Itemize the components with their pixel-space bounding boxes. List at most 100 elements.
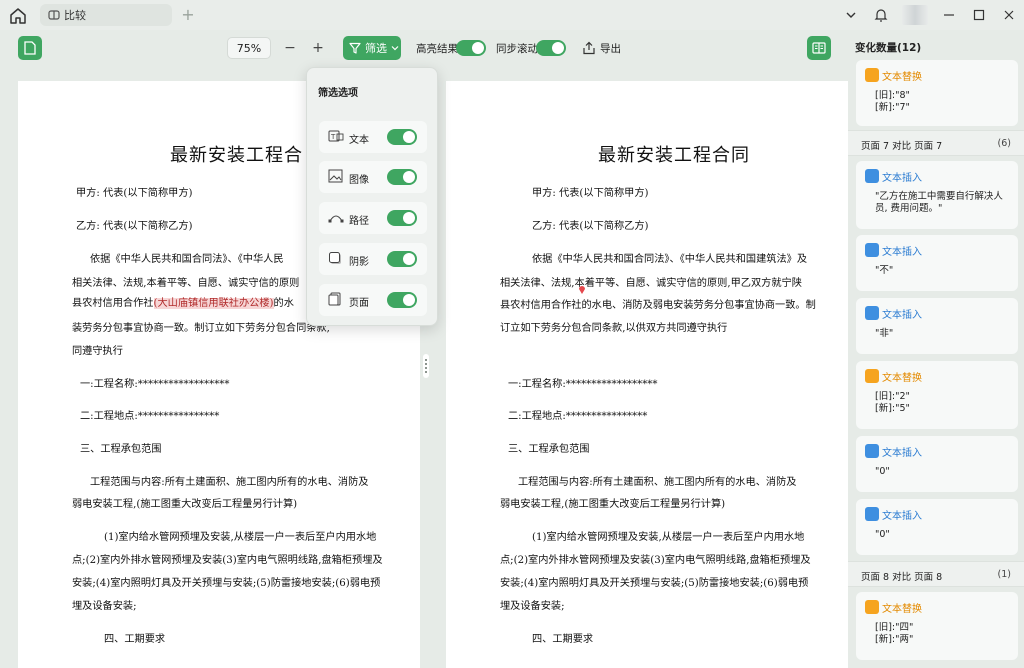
filter-page-toggle[interactable]: [387, 292, 417, 308]
filter-option-label: 路径: [349, 216, 369, 227]
export-button[interactable]: 导出: [582, 37, 621, 59]
filter-shadow-toggle[interactable]: [387, 251, 417, 267]
replace-icon: [865, 600, 879, 614]
filter-option-label: 页面: [349, 298, 369, 309]
doc-line: 订立如下劳务分包合同条款,以供双方共同遵守执行: [500, 323, 728, 334]
bell-icon[interactable]: [866, 0, 896, 30]
filter-path-toggle[interactable]: [387, 210, 417, 226]
page-group-label: 页面 7 对比 页面 7: [861, 141, 943, 152]
toolbar: 75% − + 筛选 高亮结果 同步滚动 导出: [0, 30, 848, 66]
filter-popup: 筛选选项 T 文本 图像 路径 阴影 页面: [306, 67, 438, 326]
doc-item: 三、工程承包范围: [80, 444, 162, 455]
filter-option-path[interactable]: 路径: [319, 202, 427, 234]
sync-scroll-label: 同步滚动: [496, 43, 538, 55]
doc-item: 一:工程名称:******************: [508, 379, 658, 390]
shadow-icon: [328, 251, 344, 265]
zoom-out-button[interactable]: −: [281, 37, 299, 59]
highlight-toggle[interactable]: [456, 40, 486, 56]
divider-handle[interactable]: [423, 354, 429, 378]
filter-option-text[interactable]: T 文本: [319, 121, 427, 153]
change-card[interactable]: 文本插入 "乙方在施工中需要自行解决人员, 费用问题。": [856, 161, 1018, 229]
doc-line: 县农村信用合作社(大山庙镇信用联社办公楼)的水: [72, 294, 294, 309]
zoom-in-button[interactable]: +: [309, 37, 327, 59]
doc-item: 三、工程承包范围: [508, 444, 590, 455]
page-group-count: (1): [997, 569, 1011, 580]
doc-item: 二:工程地点:****************: [80, 411, 220, 422]
page-group-header[interactable]: 页面 7 对比 页面 7 (6): [848, 130, 1024, 156]
diff-highlight[interactable]: (大山庙镇信用联社办公楼): [153, 298, 274, 309]
close-icon[interactable]: [994, 0, 1024, 30]
doc-line: 相关法律、法规,本着平等、自愿、诚实守信的原则,甲乙双方就宁陕: [500, 278, 802, 289]
right-document-page[interactable]: 最新安装工程合同 甲方: 代表(以下简称甲方) 乙方: 代表(以下简称乙方) 依…: [446, 81, 848, 668]
zoom-level[interactable]: 75%: [227, 37, 271, 59]
doc-title: 最新安装工程合同: [598, 145, 750, 166]
home-icon[interactable]: [8, 6, 28, 26]
svg-text:T: T: [330, 133, 336, 141]
doc-line: 安装;(4)室内照明灯具及开关预埋与安装;(5)防雷接地安装;(6)弱电预: [500, 578, 809, 589]
filter-option-image[interactable]: 图像: [319, 161, 427, 193]
doc-title: 最新安装工程合: [170, 145, 303, 166]
change-card[interactable]: 文本插入 "不": [856, 235, 1018, 291]
change-type: 文本插入: [882, 448, 922, 459]
avatar[interactable]: [902, 5, 928, 25]
change-type: 文本替换: [882, 604, 922, 615]
change-type: 文本插入: [882, 247, 922, 258]
change-detail: [旧]:"8" [新]:"7": [875, 90, 910, 113]
change-card[interactable]: 文本插入 "非": [856, 298, 1018, 354]
change-card[interactable]: 文本替换 [旧]:"2" [新]:"5": [856, 361, 1018, 429]
doc-line: 同遵守执行: [72, 346, 123, 357]
change-type: 文本替换: [882, 373, 922, 384]
doc-line: 工程范围与内容:所有土建面积、施工图内所有的水电、消防及: [90, 477, 369, 488]
new-tab-button[interactable]: +: [180, 6, 196, 24]
page-group-count: (6): [997, 138, 1011, 149]
changes-count: (12): [897, 42, 922, 54]
highlight-label: 高亮结果: [416, 43, 458, 55]
doc-line: 弱电安装工程,(施工图重大改变后工程量另行计算): [500, 499, 726, 510]
minimize-icon[interactable]: [934, 0, 964, 30]
doc-line: 装劳务分包事宜协商一致。制订立如下劳务分包合同条款,: [72, 323, 330, 334]
document-icon: [24, 41, 36, 55]
doc-text: 县农村信用合作社: [72, 298, 154, 309]
filter-option-shadow[interactable]: 阴影: [319, 243, 427, 275]
change-card[interactable]: 文本插入 "0": [856, 499, 1018, 555]
change-card[interactable]: 文本替换 [旧]:"8" [新]:"7": [856, 60, 1018, 126]
change-card[interactable]: 文本替换 [旧]:"四" [新]:"两": [856, 592, 1018, 660]
text-icon: T: [328, 129, 344, 143]
changes-header-label: 变化数量: [855, 42, 897, 54]
chevron-down-icon[interactable]: [836, 0, 866, 30]
filter-icon: [349, 42, 361, 54]
filter-option-label: 阴影: [349, 257, 369, 268]
tab-compare[interactable]: 比较: [40, 4, 172, 26]
filter-text-toggle[interactable]: [387, 129, 417, 145]
chevron-down-icon: [391, 44, 399, 52]
right-document-button[interactable]: [807, 36, 831, 60]
party-b: 乙方: 代表(以下简称乙方): [76, 221, 193, 232]
doc-item: 二:工程地点:****************: [508, 411, 648, 422]
change-type: 文本插入: [882, 511, 922, 522]
insert-marker-icon[interactable]: [578, 283, 586, 294]
page-group-header[interactable]: 页面 8 对比 页面 8 (1): [848, 561, 1024, 587]
window-controls: [836, 0, 1024, 30]
left-document-button[interactable]: [18, 36, 42, 60]
filter-button[interactable]: 筛选: [343, 36, 401, 60]
export-label: 导出: [600, 42, 621, 55]
doc-item: 四、工期要求: [532, 634, 594, 645]
page-group-label: 页面 8 对比 页面 8: [861, 572, 943, 583]
filter-option-label: 图像: [349, 175, 369, 186]
filter-option-page[interactable]: 页面: [319, 284, 427, 316]
insert-icon: [865, 306, 879, 320]
export-icon: [582, 41, 596, 55]
change-detail: "0": [875, 529, 890, 540]
doc-line: (1)室内给水管网预埋及安装,从楼层一户一表后至户内用水地: [532, 532, 805, 543]
doc-line: 埋及设备安装;: [500, 601, 565, 612]
doc-line: 埋及设备安装;: [72, 601, 137, 612]
change-card[interactable]: 文本插入 "0": [856, 436, 1018, 492]
doc-line: 安装;(4)室内照明灯具及开关预埋与安装;(5)防雷接地安装;(6)弱电预: [72, 578, 381, 589]
filter-image-toggle[interactable]: [387, 169, 417, 185]
sync-scroll-toggle[interactable]: [536, 40, 566, 56]
replace-icon: [865, 369, 879, 383]
doc-item: 四、工期要求: [104, 634, 166, 645]
maximize-icon[interactable]: [964, 0, 994, 30]
changes-sidebar: 变化数量(12) 文本替换 [旧]:"8" [新]:"7" 页面 7 对比 页面…: [848, 30, 1024, 668]
compare-icon: [48, 9, 60, 21]
